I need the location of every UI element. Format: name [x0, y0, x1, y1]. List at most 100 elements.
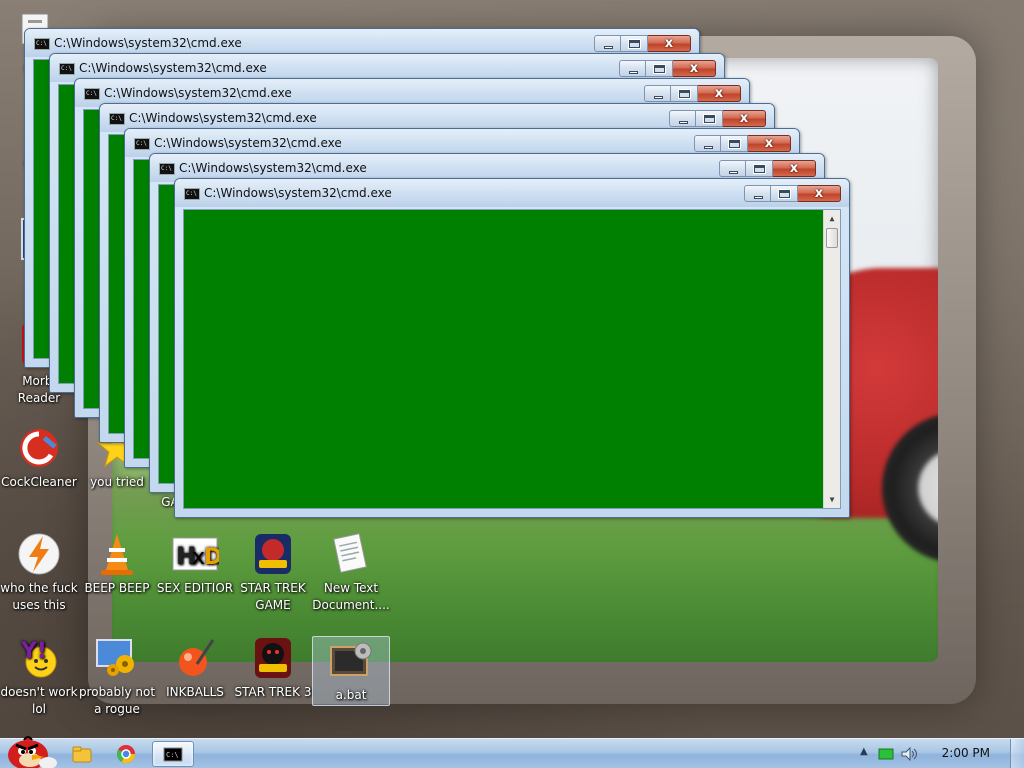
scroll-down-arrow-icon[interactable]: ▼ — [824, 491, 840, 508]
desktop-icon-label: you tried — [90, 475, 144, 489]
svg-text:C:\: C:\ — [166, 751, 179, 759]
close-icon: x — [764, 136, 774, 151]
desktop-icon-not-a-rogue[interactable]: probably not a rogue — [78, 634, 156, 718]
maximize-icon — [779, 190, 790, 198]
minimize-button[interactable] — [644, 85, 671, 102]
show-hidden-icons-chevron-icon[interactable]: ▲ — [860, 746, 868, 757]
svg-text:D: D — [204, 545, 219, 570]
cmd-icon: C:\ — [163, 747, 183, 762]
taskbar-clock[interactable]: 2:00 PM — [942, 746, 990, 760]
hxd-icon: H x D — [171, 530, 222, 578]
desktop-icon-sex-editior[interactable]: H x D SEX EDITIOR — [156, 530, 234, 597]
desktop-icon-label: doesn't work lol — [0, 685, 78, 716]
scroll-thumb[interactable] — [826, 228, 838, 248]
maximize-icon — [704, 115, 715, 123]
cmd-icon[interactable]: C:\ — [84, 88, 100, 100]
desktop-icon-star-trek-game[interactable]: STAR TREK GAME — [234, 530, 312, 614]
minimize-icon — [629, 71, 638, 74]
desktop-icon-label: STAR TREK 3 — [234, 685, 312, 699]
minimize-button[interactable] — [594, 35, 621, 52]
cmd-window[interactable]: C:\ C:\Windows\system32\cmd.exe x ▲ ▼ — [174, 178, 850, 518]
close-button[interactable]: x — [673, 60, 716, 77]
inkball-icon — [171, 634, 219, 682]
avast-lightning-icon — [15, 530, 63, 578]
vertical-scrollbar[interactable]: ▲ ▼ — [823, 210, 840, 508]
maximize-button[interactable] — [746, 160, 773, 177]
window-title: C:\Windows\system32\cmd.exe — [179, 161, 367, 175]
start-button[interactable] — [2, 733, 58, 768]
close-icon: x — [714, 86, 724, 101]
close-button[interactable]: x — [798, 185, 841, 202]
taskbar-cmd-button[interactable]: C:\ — [152, 741, 194, 767]
close-button[interactable]: x — [773, 160, 816, 177]
window-titlebar[interactable]: C:\ C:\Windows\system32\cmd.exe x — [175, 179, 849, 207]
console-area[interactable]: ▲ ▼ — [183, 209, 841, 509]
vlc-cone-icon — [93, 530, 141, 578]
minimize-button[interactable] — [719, 160, 746, 177]
angry-bird-start-icon — [8, 736, 57, 768]
cmd-icon[interactable]: C:\ — [184, 188, 200, 200]
window-controls: x — [669, 110, 766, 128]
minimize-button[interactable] — [669, 110, 696, 127]
desktop-icon-label: INKBALLS — [166, 685, 224, 699]
taskbar-chrome-button[interactable] — [108, 741, 144, 767]
desktop-icon-inkballs[interactable]: INKBALLS — [156, 634, 234, 701]
volume-icon[interactable] — [900, 746, 918, 762]
cmd-icon[interactable]: C:\ — [134, 138, 150, 150]
close-button[interactable]: x — [748, 135, 791, 152]
folder-icon — [72, 746, 92, 763]
window-controls: x — [594, 35, 691, 53]
taskbar: C:\ ▲ 2:00 PM — [0, 736, 1024, 768]
minimize-button[interactable] — [619, 60, 646, 77]
text-document-icon — [327, 530, 375, 578]
desktop-icon-label: SEX EDITIOR — [156, 581, 234, 595]
window-title: C:\Windows\system32\cmd.exe — [154, 136, 342, 150]
maximize-button[interactable] — [721, 135, 748, 152]
cmd-icon[interactable]: C:\ — [159, 163, 175, 175]
angry-birds-star-wars-2-icon — [249, 634, 297, 682]
minimize-icon — [729, 171, 738, 174]
window-title: C:\Windows\system32\cmd.exe — [204, 186, 392, 200]
desktop-icon-a-bat[interactable]: a.bat — [312, 636, 390, 706]
close-button[interactable]: x — [698, 85, 741, 102]
minimize-icon — [704, 146, 713, 149]
taskbar-explorer-button[interactable] — [64, 741, 100, 767]
control-panel-icon — [93, 634, 141, 682]
maximize-icon — [754, 165, 765, 173]
network-icon[interactable] — [878, 747, 894, 761]
window-controls: x — [644, 85, 741, 103]
minimize-button[interactable] — [744, 185, 771, 202]
desktop-icon-new-text-document[interactable]: New Text Document.... — [312, 530, 390, 614]
yahoo-messenger-icon: Y! — [15, 634, 63, 682]
cmd-icon[interactable]: C:\ — [34, 38, 50, 50]
maximize-button[interactable] — [621, 35, 648, 52]
maximize-button[interactable] — [696, 110, 723, 127]
cmd-icon[interactable]: C:\ — [59, 63, 75, 75]
close-icon: x — [664, 36, 674, 51]
scroll-up-arrow-icon[interactable]: ▲ — [824, 210, 840, 227]
close-button[interactable]: x — [648, 35, 691, 52]
angry-birds-star-wars-icon — [249, 530, 297, 578]
maximize-button[interactable] — [646, 60, 673, 77]
desktop-icon-who-uses-this[interactable]: who the fuck uses this — [0, 530, 78, 614]
close-icon: x — [814, 186, 824, 201]
window-title: C:\Windows\system32\cmd.exe — [129, 111, 317, 125]
window-title: C:\Windows\system32\cmd.exe — [54, 36, 242, 50]
close-button[interactable]: x — [723, 110, 766, 127]
window-controls: x — [744, 185, 841, 203]
cmd-icon[interactable]: C:\ — [109, 113, 125, 125]
maximize-button[interactable] — [671, 85, 698, 102]
desktop-icon-star-trek-3[interactable]: STAR TREK 3 — [234, 634, 312, 701]
desktop-icon-doesnt-work[interactable]: Y! doesn't work lol — [0, 634, 78, 718]
desktop-icon-beep-beep[interactable]: BEEP BEEP — [78, 530, 156, 597]
desktop-icon-label: who the fuck uses this — [0, 581, 78, 612]
show-desktop-button[interactable] — [1010, 739, 1024, 768]
maximize-icon — [654, 65, 665, 73]
desktop-icon-label: a.bat — [335, 688, 367, 702]
close-icon: x — [789, 161, 799, 176]
minimize-icon — [679, 121, 688, 124]
desktop-icon-cockcleaner[interactable]: CockCleaner — [0, 424, 78, 491]
window-controls: x — [694, 135, 791, 153]
minimize-button[interactable] — [694, 135, 721, 152]
maximize-button[interactable] — [771, 185, 798, 202]
